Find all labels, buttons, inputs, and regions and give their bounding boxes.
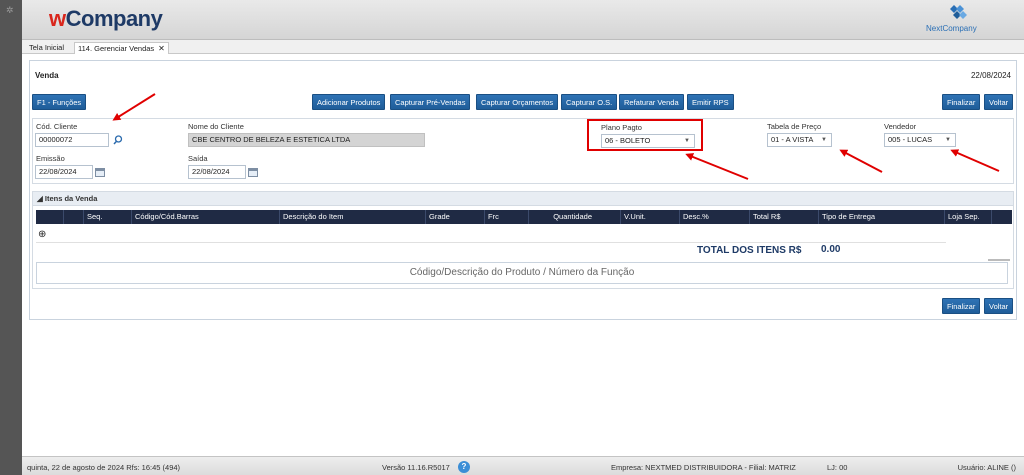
capturar-orcamentos-button[interactable]: Capturar Orçamentos [476, 94, 559, 110]
itens-da-venda: ◢ Itens da Venda Seq. Código/Cód.Barras … [32, 191, 1014, 289]
calendar-icon[interactable] [248, 168, 258, 177]
status-empresa: Empresa: NEXTMED DISTRIBUIDORA - Filial:… [611, 463, 796, 472]
voltar-button[interactable]: Voltar [984, 94, 1014, 110]
tab-gerenciar-vendas[interactable]: 114. Gerenciar Vendas ✕ [74, 42, 169, 54]
nextcompany-label: NextCompany [926, 24, 977, 33]
calendar-icon[interactable] [95, 168, 105, 177]
refaturar-venda-button[interactable]: Refaturar Venda [619, 94, 684, 110]
close-icon[interactable]: ✕ [158, 44, 165, 53]
grid-col-desc[interactable]: Desc.% [679, 210, 749, 224]
app-header: wCompany NextCompany [22, 0, 1024, 40]
nome-cliente-label: Nome do Cliente [188, 122, 244, 131]
vendedor-label: Vendedor [884, 122, 917, 131]
status-versao: Versão 11.16.R5017 [382, 463, 450, 472]
chevron-down-icon: ▼ [945, 137, 951, 143]
grid-col-end [991, 210, 1012, 224]
grid-col-total[interactable]: Total R$ [749, 210, 818, 224]
search-icon[interactable] [113, 135, 123, 145]
saida-label: Saída [188, 154, 208, 163]
grid-col-frc[interactable]: Frc [484, 210, 528, 224]
emissao-label: Emissão [36, 154, 65, 163]
saida-date-input[interactable]: 22/08/2024 [188, 165, 246, 179]
help-icon[interactable]: ? [458, 461, 470, 473]
emissao-date-input[interactable]: 22/08/2024 [35, 165, 93, 179]
page-title: Venda [35, 71, 59, 80]
add-row-icon[interactable]: ⊕ [38, 229, 46, 240]
nome-cliente-field: CBE CENTRO DE BELEZA E ESTETICA LTDA [188, 133, 425, 147]
grid-col-grade[interactable]: Grade [425, 210, 484, 224]
status-bar: quinta, 22 de agosto de 2024 Rfs: 16:45 … [22, 456, 1024, 475]
cod-cliente-label: Cód. Cliente [36, 122, 78, 131]
chevron-down-icon: ▼ [821, 137, 827, 143]
highlight-box [587, 119, 703, 151]
items-grid-header: Seq. Código/Cód.Barras Descrição do Item… [36, 210, 1012, 224]
nextcompany-diamond-icon [950, 5, 967, 19]
grid-col-seq[interactable]: Seq. [83, 210, 131, 224]
total-itens-label: TOTAL DOS ITENS R$ [697, 245, 802, 256]
status-datetime: quinta, 22 de agosto de 2024 Rfs: 16:45 … [27, 463, 181, 472]
itens-header[interactable]: ◢ Itens da Venda [33, 192, 1013, 206]
grid-col-codigo[interactable]: Código/Cód.Barras [131, 210, 279, 224]
cod-cliente-input[interactable]: 00000072 [35, 133, 109, 147]
adicionar-produtos-button[interactable]: Adicionar Produtos [312, 94, 386, 110]
gear-icon[interactable]: ✲ [6, 5, 14, 16]
product-search-input[interactable]: Código/Descrição do Produto / Número da … [36, 262, 1008, 284]
tabela-preco-label: Tabela de Preço [767, 122, 822, 131]
tab-tela-inicial[interactable]: Tela Inicial [26, 42, 67, 54]
left-sidebar: ✲ [0, 0, 22, 475]
f1-funcoes-button[interactable]: F1 - Funções [32, 94, 87, 110]
status-usuario: Usuário: ALINE () [957, 463, 1016, 472]
grid-col-tipo-entrega[interactable]: Tipo de Entrega [818, 210, 944, 224]
capturar-pre-vendas-button[interactable]: Capturar Pré-Vendas [390, 94, 471, 110]
status-lj: LJ: 00 [827, 463, 848, 472]
grid-col-loja-sep[interactable]: Loja Sep. [944, 210, 991, 224]
total-itens-value: 0.00 [821, 244, 841, 255]
tab-bar: Tela Inicial 114. Gerenciar Vendas ✕ [22, 40, 1024, 54]
cliente-form: Cód. Cliente 00000072 Nome do Cliente CB… [32, 118, 1014, 184]
vendedor-select[interactable]: 005 - LUCAS ▼ [884, 133, 956, 147]
voltar-bottom-button[interactable]: Voltar [984, 298, 1014, 314]
grid-col-vunit[interactable]: V.Unit. [620, 210, 679, 224]
grid-divider [36, 242, 946, 243]
grid-col-select [36, 210, 63, 224]
grid-scrollbar[interactable] [988, 259, 1010, 261]
tabela-preco-select[interactable]: 01 - A VISTA ▼ [767, 133, 832, 147]
panel-date: 22/08/2024 [970, 71, 1011, 80]
wcompany-logo: wCompany [49, 6, 163, 31]
finalizar-bottom-button[interactable]: Finalizar [942, 298, 981, 314]
emitir-rps-button[interactable]: Emitir RPS [687, 94, 734, 110]
grid-col-quantidade[interactable]: Quantidade [528, 210, 620, 224]
grid-col-blank [63, 210, 83, 224]
finalizar-button[interactable]: Finalizar [942, 94, 981, 110]
nextcompany-logo: NextCompany [926, 3, 986, 35]
capturar-os-button[interactable]: Capturar O.S. [561, 94, 618, 110]
grid-col-descricao[interactable]: Descrição do Item [279, 210, 425, 224]
